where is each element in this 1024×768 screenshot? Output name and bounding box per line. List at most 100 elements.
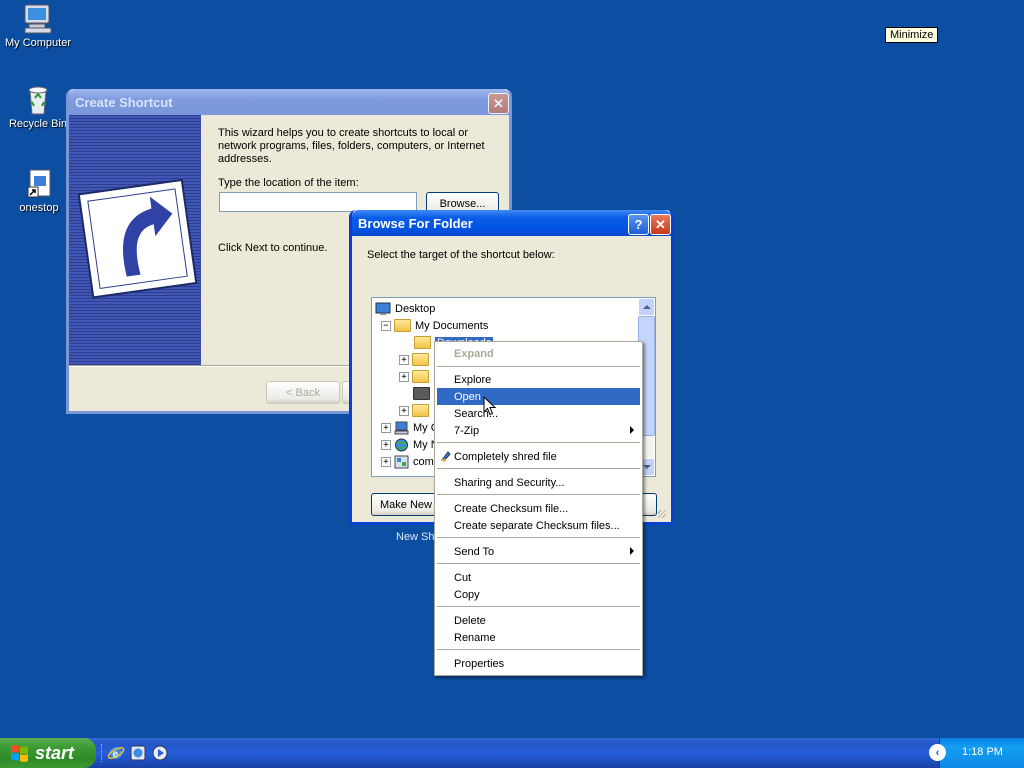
menu-item-open[interactable]: Open [437, 388, 640, 405]
scroll-up-button[interactable] [638, 298, 655, 316]
wizard-intro-text: This wizard helps you to create shortcut… [218, 127, 485, 165]
help-button[interactable]: ? [628, 214, 649, 235]
shortcut-arrow-icon [77, 178, 198, 299]
expand-icon[interactable]: + [399, 371, 409, 382]
shortcut-icon [27, 169, 51, 198]
expand-icon[interactable]: + [399, 354, 409, 365]
mouse-cursor-icon [483, 396, 497, 416]
context-menu: Expand Explore Open Search... 7-Zip Comp… [434, 341, 643, 676]
browse-folder-title: Browse For Folder [358, 215, 473, 231]
minimize-tooltip: Minimize [885, 27, 939, 43]
tree-item-desktop[interactable]: Desktop [375, 300, 435, 317]
clock[interactable]: 1:18 PM [962, 746, 1003, 758]
expand-icon[interactable]: + [381, 422, 391, 433]
menu-item-send-to[interactable]: Send To [437, 543, 640, 560]
menu-item-search[interactable]: Search... [437, 405, 640, 422]
start-button[interactable]: start [0, 738, 96, 768]
menu-item-checksum-separate[interactable]: Create separate Checksum files... [437, 517, 640, 534]
network-globe-icon [395, 438, 408, 451]
tree-item-my-computer[interactable]: + My C [381, 419, 439, 436]
menu-item-checksum[interactable]: Create Checksum file... [437, 500, 640, 517]
menu-separator [437, 494, 640, 495]
tree-item-label: com [413, 455, 434, 468]
show-hidden-icons-button[interactable]: ‹ [929, 744, 946, 761]
folder-icon [412, 370, 429, 383]
menu-separator [437, 442, 640, 443]
menu-item-label: Send To [454, 545, 495, 558]
collapse-icon[interactable]: − [381, 320, 391, 331]
browse-prompt: Select the target of the shortcut below: [367, 249, 555, 261]
tree-item-subfolder[interactable] [413, 385, 434, 402]
menu-item-properties[interactable]: Properties [437, 655, 640, 672]
shredder-icon [441, 451, 451, 462]
new-shortcut-label: New Sh [396, 531, 435, 543]
make-new-folder-label: Make New F [380, 498, 442, 511]
menu-separator [437, 649, 640, 650]
tree-item-subfolder[interactable]: + [399, 351, 433, 368]
create-shortcut-titlebar[interactable]: Create Shortcut [69, 89, 509, 115]
browse-folder-close-button[interactable]: ✕ [650, 214, 671, 235]
windows-logo-icon [11, 745, 28, 762]
control-panel-icon [394, 455, 409, 468]
menu-item-rename[interactable]: Rename [437, 629, 640, 646]
tree-item-subfolder[interactable]: + [399, 402, 433, 419]
tree-item-com[interactable]: + com [381, 453, 434, 470]
help-icon: ? [634, 217, 643, 232]
menu-item-cut[interactable]: Cut [437, 569, 640, 586]
my-computer-label: My Computer [4, 37, 72, 49]
tree-item-subfolder[interactable]: + [399, 368, 433, 385]
folder-icon [412, 404, 429, 417]
chevron-left-icon: ‹ [935, 746, 940, 759]
system-tray: ‹ 1:18 PM [929, 738, 1024, 768]
expand-icon[interactable]: + [399, 405, 409, 416]
resize-grip-icon[interactable] [658, 510, 666, 518]
media-player-icon[interactable] [151, 744, 169, 762]
menu-item-expand[interactable]: Expand [437, 345, 640, 362]
menu-item-label: 7-Zip [454, 424, 480, 437]
taskbar: start e ‹ 1:18 PM [0, 738, 1024, 768]
quick-launch-separator [101, 744, 104, 762]
create-shortcut-close-button[interactable]: ✕ [488, 93, 509, 114]
start-label: start [35, 742, 75, 763]
menu-item-shred[interactable]: Completely shred file [437, 448, 640, 465]
menu-separator [437, 563, 640, 564]
menu-separator [437, 366, 640, 367]
my-computer-icon [394, 421, 409, 434]
menu-item-label: Completely shred file [454, 450, 557, 463]
svg-text:e: e [113, 749, 119, 760]
tree-item-my-documents[interactable]: − My Documents [381, 317, 488, 334]
ie-alt-icon[interactable] [129, 744, 147, 762]
menu-separator [437, 606, 640, 607]
expand-icon[interactable]: + [381, 439, 391, 450]
expand-icon[interactable]: + [381, 456, 391, 467]
wizard-banner [69, 115, 201, 365]
browse-folder-titlebar[interactable]: Browse For Folder [352, 210, 671, 236]
close-icon: ✕ [493, 95, 504, 111]
desktop-icon [375, 302, 391, 315]
chevron-down-icon [642, 465, 651, 469]
folder-icon [414, 336, 431, 349]
menu-separator [437, 537, 640, 538]
submenu-arrow-icon [630, 547, 634, 555]
menu-item-copy[interactable]: Copy [437, 586, 640, 603]
menu-item-explore[interactable]: Explore [437, 371, 640, 388]
location-input[interactable] [219, 192, 417, 212]
tree-item-label: Desktop [395, 302, 436, 315]
desktop-icon-my-computer[interactable]: My Computer [0, 3, 78, 49]
close-icon: ✕ [655, 216, 666, 232]
menu-item-sharing[interactable]: Sharing and Security... [437, 474, 640, 491]
back-button[interactable]: < Back [266, 381, 340, 404]
folder-icon [413, 387, 430, 400]
recycle-bin-icon [28, 86, 48, 115]
menu-item-7zip[interactable]: 7-Zip [437, 422, 640, 439]
menu-item-delete[interactable]: Delete [437, 612, 640, 629]
internet-explorer-icon[interactable]: e [107, 744, 125, 762]
tree-item-my-network[interactable]: + My N [381, 436, 439, 453]
folder-icon [412, 353, 429, 366]
create-shortcut-title: Create Shortcut [75, 94, 173, 110]
my-computer-icon [24, 4, 52, 34]
tree-item-label: My Documents [415, 319, 489, 332]
next-hint: Click Next to continue. [218, 242, 328, 254]
menu-separator [437, 468, 640, 469]
submenu-arrow-icon [630, 426, 634, 434]
